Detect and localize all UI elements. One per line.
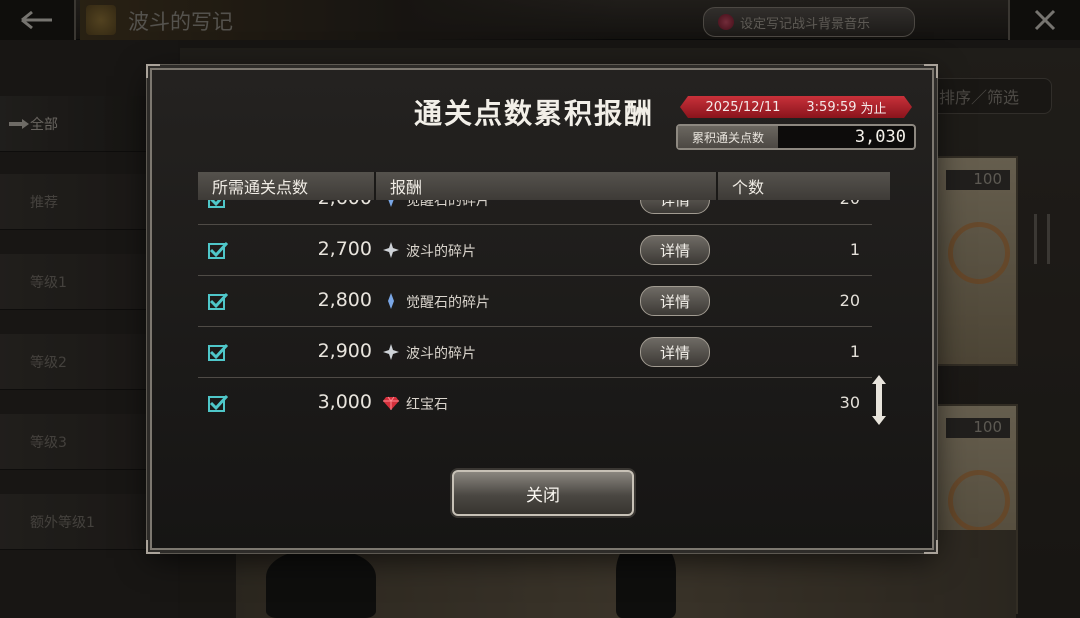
total-points-label: 累积通关点数 — [678, 126, 778, 148]
deadline-time: 3:59:59 — [806, 99, 857, 115]
required-points: 2,800 — [317, 289, 372, 311]
table-row: 2,600 觉醒石的碎片 详情 20 — [198, 200, 872, 225]
reward-table[interactable]: 2,600 觉醒石的碎片 详情 20 2,700 波斗的碎片 详情 — [198, 200, 872, 432]
table-row: 3,000 红宝石 30 — [198, 378, 872, 429]
scroll-handle-icon[interactable] — [870, 374, 888, 426]
ruby-icon — [383, 396, 399, 410]
detail-button[interactable]: 详情 — [640, 200, 710, 214]
column-header-quantity: 个数 — [732, 178, 765, 197]
reward-quantity: 1 — [849, 240, 860, 259]
deadline-date: 2025/12/11 — [705, 99, 781, 115]
reward-name: 波斗的碎片 — [406, 244, 476, 260]
reward-quantity: 20 — [839, 291, 860, 310]
required-points: 2,600 — [256, 200, 372, 209]
detail-button[interactable]: 详情 — [640, 286, 710, 316]
total-points-box: 累积通关点数 3,030 — [676, 124, 916, 150]
reward-name: 觉醒石的碎片 — [406, 295, 490, 311]
reward-quantity: 20 — [840, 200, 860, 208]
column-header-points: 所需通关点数 — [198, 172, 376, 200]
awakening-stone-shard-icon — [388, 200, 394, 207]
deadline-banner: 2025/12/11 3:59:59 为止 — [680, 96, 912, 118]
reward-quantity: 30 — [839, 393, 860, 412]
table-row: 2,700 波斗的碎片 详情 1 — [198, 225, 872, 276]
table-row: 2,900 波斗的碎片 详情 1 — [198, 327, 872, 378]
reward-quantity: 1 — [849, 342, 860, 361]
reward-name: 波斗的碎片 — [406, 346, 476, 362]
total-points-value: 3,030 — [854, 127, 906, 147]
detail-button[interactable]: 详情 — [640, 337, 710, 367]
reward-modal: 通关点数累积报酬 2025/12/11 3:59:59 为止 累积通关点数 3,… — [146, 64, 938, 554]
claimed-check-icon — [208, 343, 228, 361]
wave-shard-icon — [383, 344, 399, 360]
corner-ornament — [146, 64, 160, 78]
claimed-check-icon — [208, 394, 228, 412]
column-header-reward: 报酬 — [376, 172, 718, 200]
table-row: 2,800 觉醒石的碎片 详情 20 — [198, 276, 872, 327]
detail-button[interactable]: 详情 — [640, 235, 710, 265]
corner-ornament — [924, 540, 938, 554]
required-points: 2,700 — [317, 238, 372, 260]
table-header: 所需通关点数 报酬 个数 — [198, 172, 890, 200]
reward-name: 红宝石 — [406, 397, 448, 413]
reward-name: 觉醒石的碎片 — [406, 200, 490, 209]
modal-title: 通关点数累积报酬 — [414, 97, 655, 130]
wave-shard-icon — [383, 242, 399, 258]
corner-ornament — [146, 540, 160, 554]
claimed-check-icon — [208, 241, 228, 259]
required-points: 2,900 — [317, 340, 372, 362]
claimed-check-icon — [208, 292, 228, 310]
awakening-stone-shard-icon — [388, 293, 394, 309]
corner-ornament — [924, 64, 938, 78]
deadline-suffix: 为止 — [860, 101, 887, 117]
claimed-check-icon — [208, 200, 225, 208]
close-button[interactable]: 关闭 — [452, 470, 634, 516]
required-points: 3,000 — [317, 391, 372, 413]
